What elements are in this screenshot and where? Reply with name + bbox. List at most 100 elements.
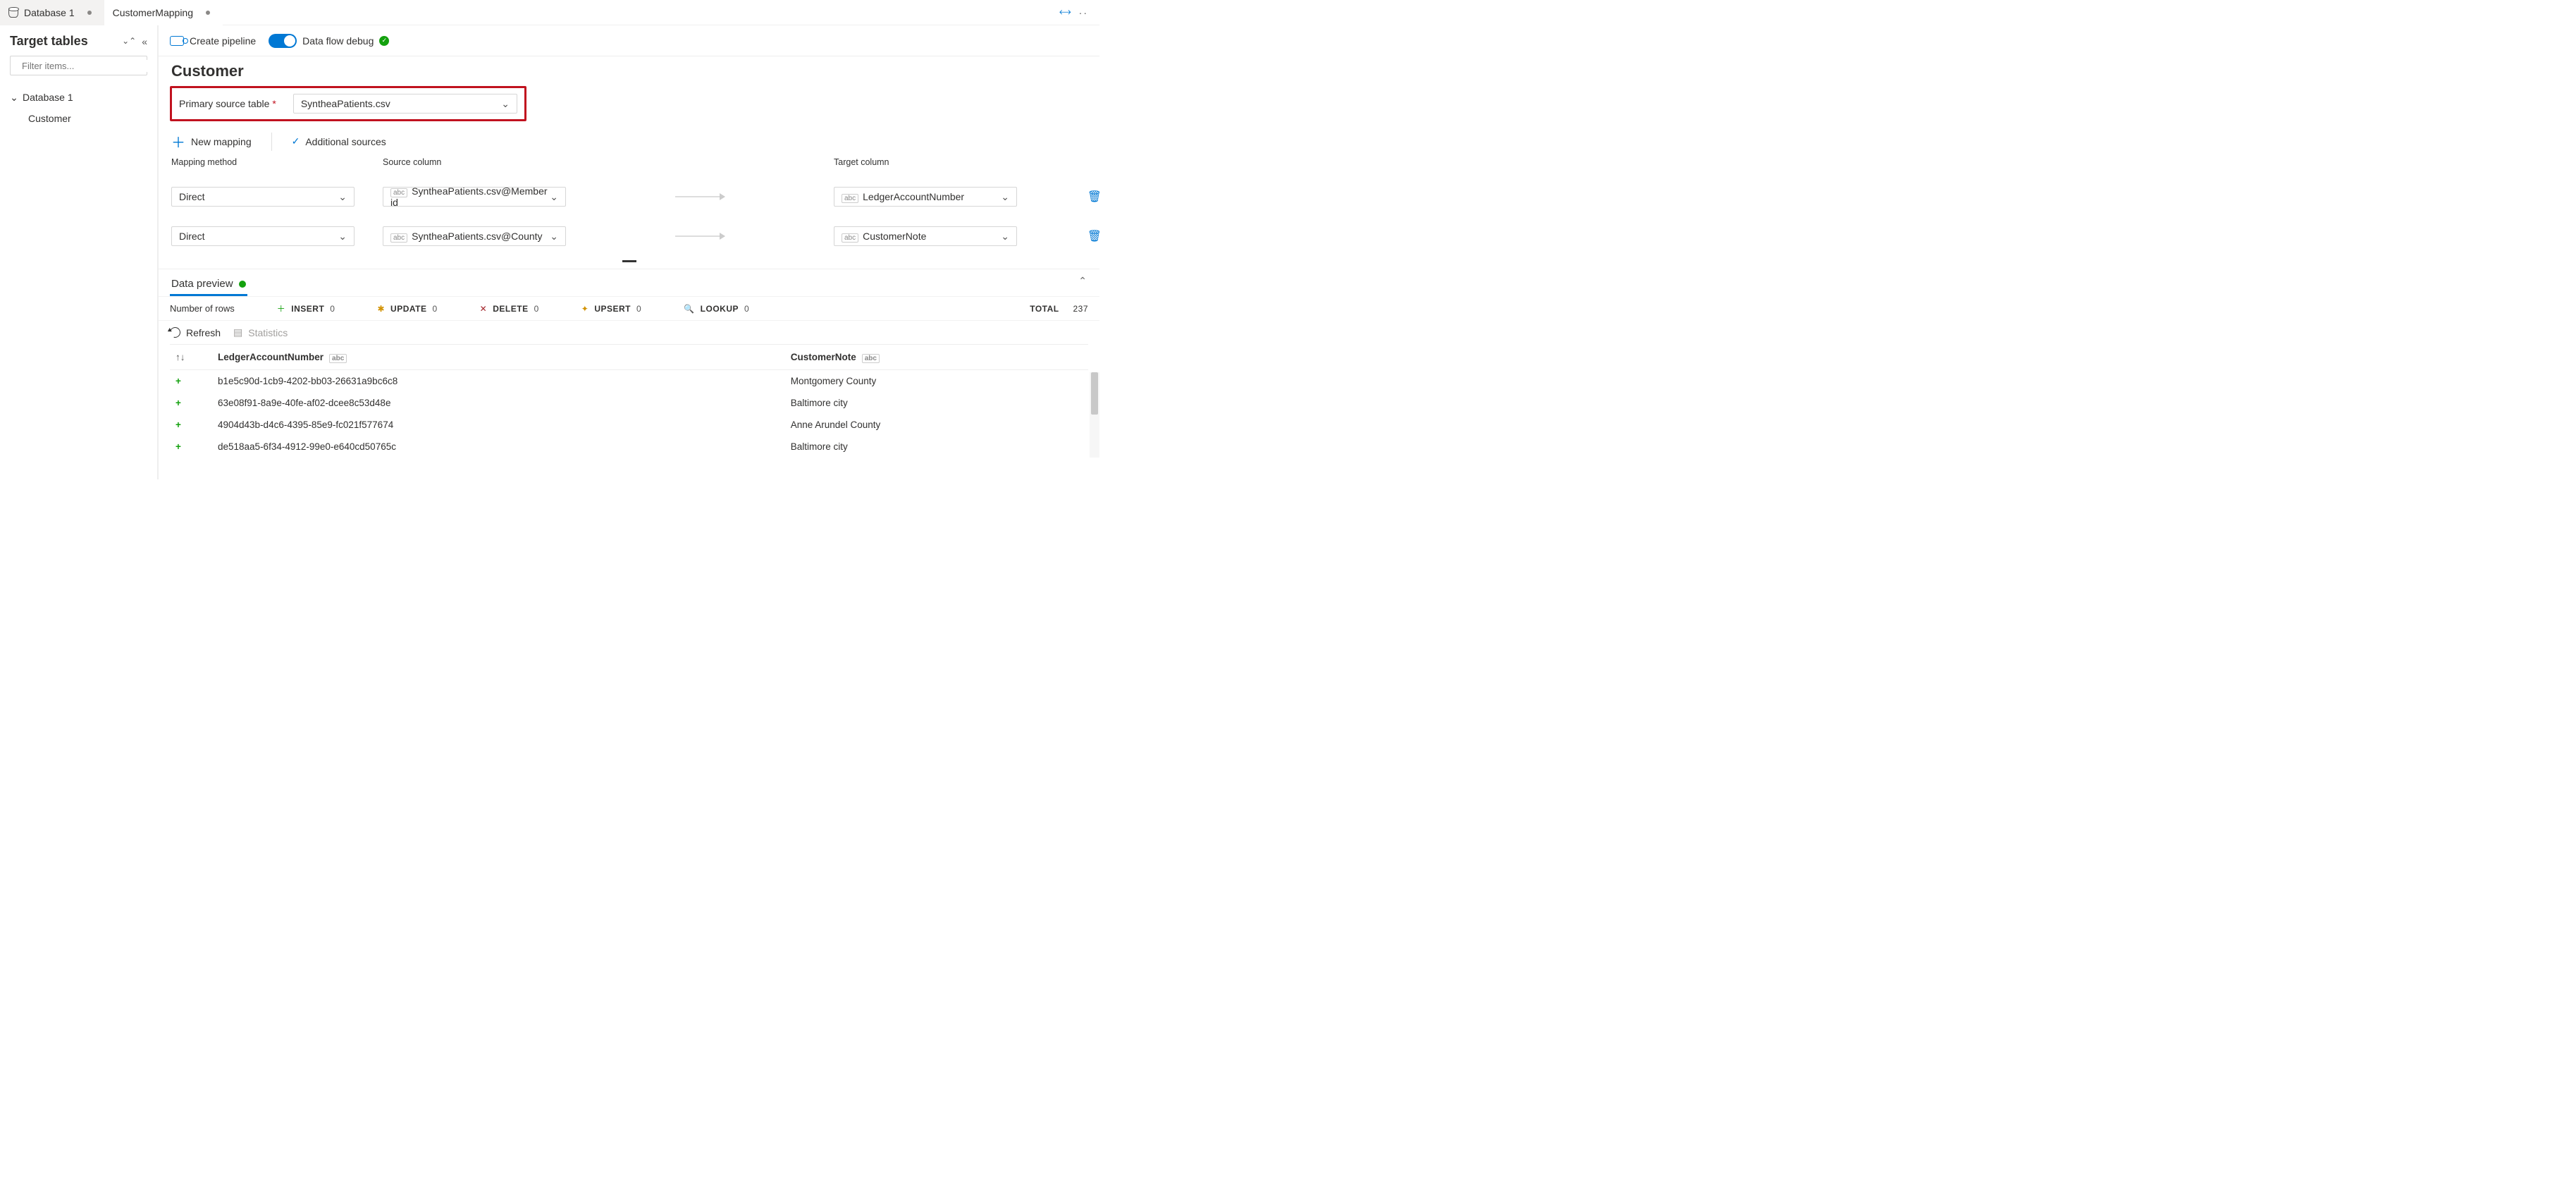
tree-node-customer[interactable]: Customer xyxy=(10,108,147,129)
tab-database-1[interactable]: Database 1 xyxy=(0,0,104,25)
chevron-down-icon: ⌄ xyxy=(10,93,18,102)
statistics-label: Statistics xyxy=(248,327,288,338)
table-row[interactable]: + b1e5c90d-1cb9-4202-bb03-26631a9bc6c8 M… xyxy=(170,370,1088,393)
create-pipeline-button[interactable]: Create pipeline xyxy=(170,35,256,47)
target-column-select[interactable]: abcLedgerAccountNumber ⌄ xyxy=(834,187,1017,207)
toggle-on-icon xyxy=(269,34,297,48)
collapse-sidebar-icon[interactable]: « xyxy=(142,36,147,47)
filter-input[interactable] xyxy=(20,60,147,72)
data-preview-tab[interactable]: Data preview xyxy=(170,274,247,296)
cell: 4904d43b-d4c6-4395-85e9-fc021f577674 xyxy=(212,414,785,436)
cell: de518aa5-6f34-4912-99e0-e640cd50765c xyxy=(212,436,785,458)
tab-label: Database 1 xyxy=(24,7,75,18)
table-row[interactable]: + 63e08f91-8a9e-40fe-af02-dcee8c53d48e B… xyxy=(170,392,1088,414)
column-header-customernote[interactable]: CustomerNoteabc xyxy=(785,345,1088,370)
source-column-select[interactable]: abcSyntheaPatients.csv@Member id ⌄ xyxy=(383,187,566,207)
status-ok-icon: ✓ xyxy=(379,36,389,46)
cell: Baltimore city xyxy=(785,436,1088,458)
primary-source-value: SyntheaPatients.csv xyxy=(301,98,390,109)
preview-toolbar: Refresh ▤ Statistics xyxy=(159,321,1099,344)
preview-stats-bar: Number of rows ＋INSERT0 ✱UPDATE0 ✕DELETE… xyxy=(159,296,1099,321)
data-flow-debug-toggle[interactable]: Data flow debug ✓ xyxy=(269,34,389,48)
sort-column-header[interactable]: ↑↓ xyxy=(170,345,212,370)
trash-icon: 🗑 xyxy=(1087,191,1099,203)
cell: 63e08f91-8a9e-40fe-af02-dcee8c53d48e xyxy=(212,392,785,414)
sidebar-title: Target tables xyxy=(10,34,88,49)
target-column-select[interactable]: abcCustomerNote ⌄ xyxy=(834,226,1017,246)
chevron-down-icon: ⌄ xyxy=(550,191,558,203)
mapping-method-select[interactable]: Direct⌄ xyxy=(171,187,355,207)
scrollbar-thumb[interactable] xyxy=(1091,372,1098,415)
stat-upsert: ✦UPSERT0 xyxy=(581,304,641,314)
tab-customer-mapping[interactable]: CustomerMapping xyxy=(104,0,223,25)
additional-sources-button[interactable]: ✓ Additional sources xyxy=(292,135,386,147)
delete-icon: ✕ xyxy=(480,304,488,314)
refresh-icon xyxy=(168,325,182,339)
trash-icon: 🗑 xyxy=(1087,231,1099,243)
dirty-indicator-icon xyxy=(87,11,92,15)
required-indicator: * xyxy=(272,98,276,109)
dirty-indicator-icon xyxy=(206,11,210,15)
sort-icon: ↑↓ xyxy=(175,352,185,362)
update-icon: ✱ xyxy=(377,304,385,314)
table-row[interactable]: + de518aa5-6f34-4912-99e0-e640cd50765c B… xyxy=(170,436,1088,458)
new-mapping-button[interactable]: ＋ New mapping xyxy=(171,131,252,152)
mapping-header-source: Source column xyxy=(383,157,566,167)
additional-sources-label: Additional sources xyxy=(305,136,386,147)
plus-icon: ＋ xyxy=(171,131,185,152)
primary-source-row: Primary source table* SyntheaPatients.cs… xyxy=(170,86,526,121)
number-of-rows-label: Number of rows xyxy=(170,303,235,314)
statistics-button: ▤ Statistics xyxy=(233,326,288,338)
filter-input-wrapper[interactable] xyxy=(10,56,147,75)
chevron-updown-icon[interactable]: ⌄⌃ xyxy=(122,36,136,47)
primary-source-select[interactable]: SyntheaPatients.csv ⌄ xyxy=(293,94,517,114)
type-badge: abc xyxy=(862,354,880,363)
vertical-scrollbar[interactable] xyxy=(1090,372,1099,458)
toolbar: Create pipeline Data flow debug ✓ xyxy=(159,25,1099,56)
mapping-arrow xyxy=(594,235,806,237)
refresh-button[interactable]: Refresh xyxy=(170,327,221,338)
mapping-header-method: Mapping method xyxy=(171,157,355,167)
cell: Montgomery County xyxy=(785,370,1088,393)
chevron-down-icon: ⌄ xyxy=(338,191,347,203)
stat-lookup: 🔍LOOKUP0 xyxy=(684,304,749,314)
expand-icon[interactable]: ⤢ xyxy=(1056,5,1072,20)
type-badge: abc xyxy=(842,233,858,243)
collapse-preview-button[interactable]: ⌃ xyxy=(1078,275,1087,287)
row-op-icon: + xyxy=(175,441,181,452)
panel-resize-handle[interactable] xyxy=(170,256,1088,266)
stat-update: ✱UPDATE0 xyxy=(377,304,437,314)
column-header-ledger[interactable]: LedgerAccountNumberabc xyxy=(212,345,785,370)
tab-label: CustomerMapping xyxy=(113,7,193,18)
data-preview-panel: Data preview ⌃ Number of rows ＋INSERT0 ✱… xyxy=(159,269,1099,458)
mapping-grid: Mapping method Source column . Target co… xyxy=(170,157,1088,246)
tree-node-label: Database 1 xyxy=(23,92,73,103)
tree-node-label: Customer xyxy=(28,113,71,124)
mapping-header-target: Target column xyxy=(834,157,1017,167)
database-icon xyxy=(8,8,18,18)
table-row[interactable]: + 4904d43b-d4c6-4395-85e9-fc021f577674 A… xyxy=(170,414,1088,436)
arrow-right-icon xyxy=(675,196,725,197)
divider xyxy=(271,133,272,151)
cell: b1e5c90d-1cb9-4202-bb03-26631a9bc6c8 xyxy=(212,370,785,393)
source-column-select[interactable]: abcSyntheaPatients.csv@County ⌄ xyxy=(383,226,566,246)
tree-node-database-1[interactable]: ⌄ Database 1 xyxy=(10,87,147,108)
delete-mapping-button[interactable]: 🗑 xyxy=(1045,190,1099,204)
status-dot-icon xyxy=(239,281,246,288)
stat-insert: ＋INSERT0 xyxy=(277,302,335,314)
mapping-arrow xyxy=(594,196,806,197)
stat-total: TOTAL 237 xyxy=(1030,304,1088,314)
more-icon[interactable]: ·· xyxy=(1079,7,1088,18)
row-op-icon: + xyxy=(175,420,181,430)
mapping-method-select[interactable]: Direct⌄ xyxy=(171,226,355,246)
chevron-down-icon: ⌄ xyxy=(1001,191,1009,203)
insert-icon: ＋ xyxy=(277,302,286,314)
type-badge: abc xyxy=(329,354,347,363)
upsert-icon: ✦ xyxy=(581,304,589,314)
type-badge: abc xyxy=(842,194,858,203)
delete-mapping-button[interactable]: 🗑 xyxy=(1045,229,1099,243)
tab-strip: Database 1 CustomerMapping ⤢ ·· xyxy=(0,0,1099,25)
grip-icon xyxy=(622,260,636,262)
stat-delete: ✕DELETE0 xyxy=(480,304,539,314)
cell: Anne Arundel County xyxy=(785,414,1088,436)
